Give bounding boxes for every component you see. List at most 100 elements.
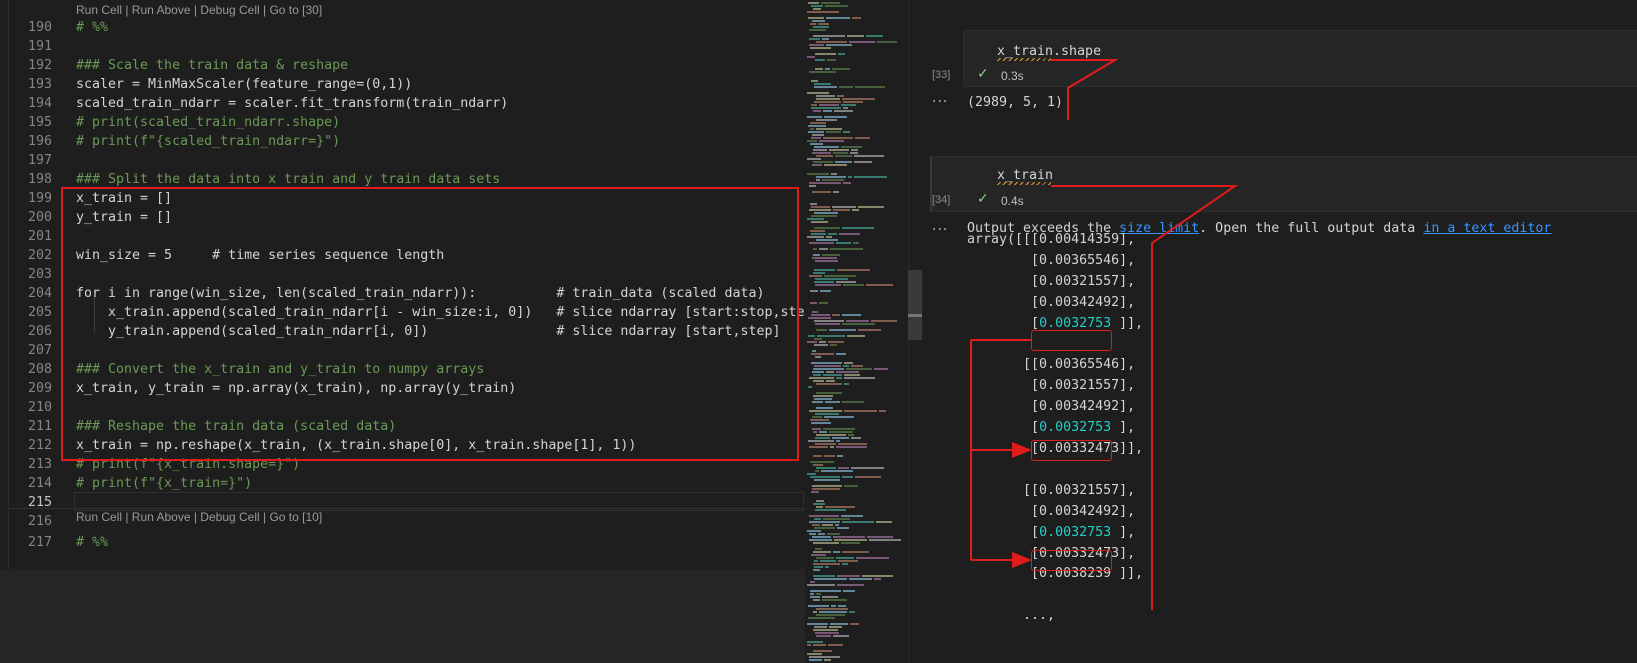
code-line[interactable]: 192 ### Scale the train data & reshape: [0, 56, 805, 75]
code-line[interactable]: 196 # print(f"{scaled_train_ndarr=}"): [0, 132, 805, 151]
minimap-line: [866, 284, 893, 286]
code-text[interactable]: scaler = MinMaxScaler(feature_range=(0,1…: [76, 75, 412, 94]
more-horizontal-icon[interactable]: ···: [932, 222, 948, 238]
code-editor[interactable]: Run Cell | Run Above | Debug Cell | Go t…: [0, 0, 821, 569]
code-text[interactable]: # %%: [76, 18, 108, 37]
minimap-line: [814, 83, 831, 85]
code-text[interactable]: # print(f"{x_train=}"): [76, 474, 252, 493]
minimap-line: [837, 455, 843, 457]
codelens-top[interactable]: Run Cell | Run Above | Debug Cell | Go t…: [76, 3, 322, 17]
minimap-line: [824, 659, 831, 661]
minimap-line: [869, 539, 901, 541]
minimap-line: [813, 374, 821, 376]
minimap-line: [851, 437, 861, 439]
minimap-line: [847, 335, 865, 337]
minimap-line: [848, 434, 854, 436]
minimap-line: [828, 341, 844, 343]
minimap-line: [808, 2, 819, 4]
code-line[interactable]: 197: [0, 151, 805, 170]
minimap-line: [825, 566, 829, 568]
minimap-line: [814, 365, 841, 367]
array-output-line: [0.0032753 ],: [967, 524, 1136, 540]
minimap-line: [812, 416, 822, 418]
code-line[interactable]: 190 # %%: [0, 18, 805, 37]
minimap-line: [812, 152, 831, 154]
minimap-line: [811, 107, 841, 109]
minimap[interactable]: [805, 0, 908, 663]
minimap-line: [830, 248, 863, 250]
array-output-line: [0.0032753 ],: [967, 420, 1136, 436]
codelens-bottom[interactable]: Run Cell | Run Above | Debug Cell | Go t…: [76, 510, 322, 524]
code-text[interactable]: # print(f"{scaled_train_ndarr=}"): [76, 132, 340, 151]
code-line[interactable]: 195 # print(scaled_train_ndarr.shape): [0, 113, 805, 132]
minimap-line: [809, 659, 822, 661]
minimap-line: [817, 335, 845, 337]
minimap-line: [824, 164, 847, 166]
code-text[interactable]: # print(scaled_train_ndarr.shape): [76, 113, 340, 132]
minimap-line: [809, 410, 842, 412]
minimap-line: [811, 554, 826, 556]
minimap-line: [874, 578, 881, 580]
minimap-line: [812, 536, 831, 538]
minimap-line: [815, 53, 836, 55]
code-line[interactable]: 193 scaler = MinMaxScaler(feature_range=(…: [0, 75, 805, 94]
minimap-line: [814, 281, 834, 283]
minimap-line: [854, 176, 887, 178]
code-line[interactable]: 191: [0, 37, 805, 56]
code-line[interactable]: 217 # %%: [0, 533, 805, 552]
line-number: 210: [27, 400, 52, 415]
array-output-line: [[0.00321557],: [967, 482, 1136, 498]
code-text[interactable]: # %%: [76, 533, 108, 552]
minimap-line: [813, 254, 820, 256]
cell-33-exec-time: 0.3s: [1001, 69, 1024, 83]
minimap-line: [815, 68, 823, 70]
minimap-line: [808, 125, 826, 127]
code-text[interactable]: ### Scale the train data & reshape: [76, 56, 348, 75]
minimap-line: [824, 116, 847, 118]
minimap-line: [810, 476, 840, 478]
minimap-line: [876, 521, 892, 523]
minimap-line: [815, 59, 825, 61]
minimap-line: [815, 443, 836, 445]
cell-33-code[interactable]: x_train.shape: [997, 44, 1101, 59]
array-output-line: [0.00365546],: [967, 252, 1136, 268]
minimap-line: [813, 149, 827, 151]
minimap-line: [809, 71, 836, 73]
code-line[interactable]: 194 scaled_train_ndarr = scaler.fit_trans…: [0, 94, 805, 113]
code-line[interactable]: 214 # print(f"{x_train=}"): [0, 474, 805, 493]
minimap-line: [813, 569, 820, 571]
minimap-line: [811, 491, 819, 493]
minimap-line: [816, 614, 845, 616]
scrollbar-thumb[interactable]: [908, 270, 922, 340]
minimap-line: [848, 176, 852, 178]
code-text[interactable]: scaled_train_ndarr = scaler.fit_transfor…: [76, 94, 508, 113]
minimap-line: [810, 122, 826, 124]
minimap-line: [819, 104, 839, 106]
cell-34-code[interactable]: x_train: [997, 168, 1053, 183]
minimap-line: [813, 629, 838, 631]
minimap-line: [851, 467, 884, 469]
minimap-line: [812, 485, 842, 487]
minimap-line: [813, 464, 823, 466]
minimap-line: [826, 236, 832, 238]
open-in-text-editor-link[interactable]: in a text editor: [1423, 221, 1551, 236]
minimap-line: [807, 236, 824, 238]
minimap-line: [814, 578, 847, 580]
minimap-line: [833, 536, 865, 538]
minimap-line: [842, 521, 874, 523]
minimap-line: [843, 101, 863, 103]
minimap-line: [810, 581, 815, 583]
minimap-line: [826, 380, 835, 382]
check-icon: ✓: [977, 191, 989, 207]
more-horizontal-icon[interactable]: ···: [932, 94, 948, 110]
minimap-line: [838, 560, 858, 562]
minimap-line: [812, 164, 822, 166]
minimap-line: [813, 644, 826, 646]
minimap-line: [830, 446, 834, 448]
minimap-line: [815, 509, 846, 511]
minimap-line: [815, 278, 848, 280]
minimap-line: [854, 155, 884, 157]
line-number: 215: [27, 495, 52, 510]
minimap-line: [816, 407, 833, 409]
editor-empty-area: [0, 569, 805, 663]
